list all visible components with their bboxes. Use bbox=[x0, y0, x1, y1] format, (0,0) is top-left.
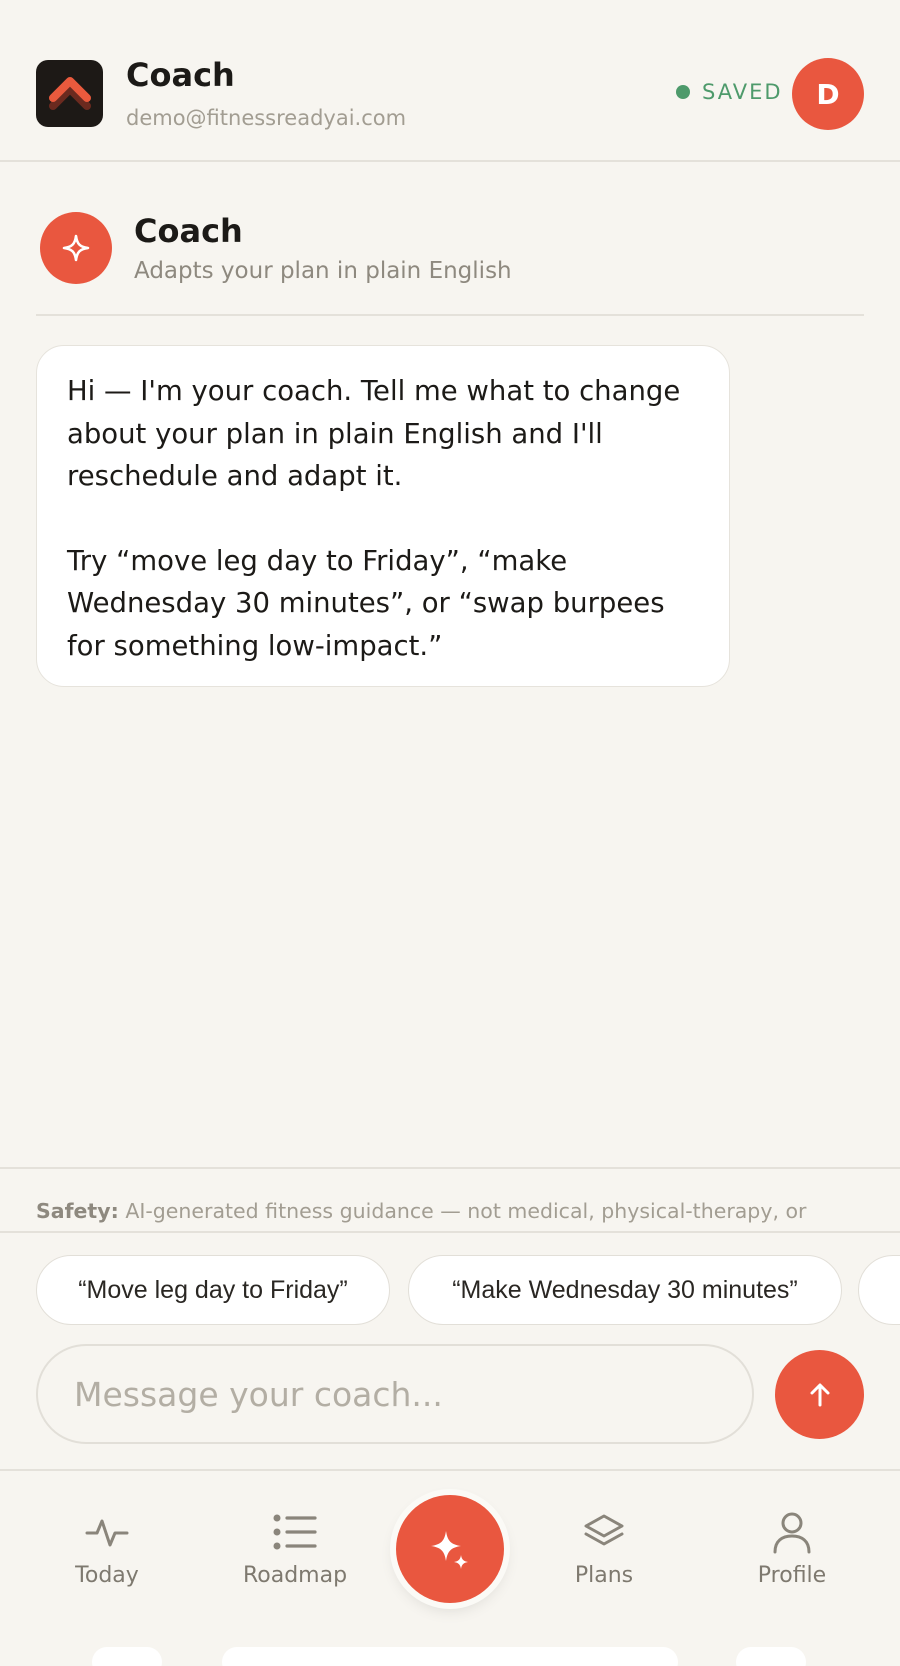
list-icon bbox=[273, 1514, 317, 1550]
suggestion-chip[interactable] bbox=[858, 1255, 900, 1325]
account-email: demo@fitnessreadyai.com bbox=[126, 106, 407, 130]
status-dot-icon bbox=[676, 85, 690, 99]
safety-disclaimer: Safety: AI-generated fitness guidance — … bbox=[0, 1167, 900, 1233]
sparkles-icon bbox=[431, 1531, 468, 1569]
strip-pill bbox=[92, 1647, 162, 1666]
suggestion-chip[interactable]: “Move leg day to Friday” bbox=[36, 1255, 390, 1325]
send-button[interactable] bbox=[775, 1350, 864, 1439]
message-input[interactable] bbox=[36, 1344, 754, 1444]
nav-label: Plans bbox=[574, 1563, 634, 1588]
nav-item-plans[interactable]: Plans bbox=[529, 1509, 679, 1599]
suggestion-chips: “Move leg day to Friday” “Make Wednesday… bbox=[36, 1255, 900, 1325]
coach-fab-button[interactable] bbox=[396, 1495, 504, 1603]
suggestion-chip[interactable]: “Make Wednesday 30 minutes” bbox=[408, 1255, 842, 1325]
app-title: Coach bbox=[126, 56, 235, 94]
bottom-strip bbox=[0, 1627, 900, 1666]
bottom-nav: Today Roadmap Plans Profile bbox=[0, 1469, 900, 1666]
arrow-up-icon bbox=[810, 1383, 829, 1406]
nav-label: Today bbox=[75, 1563, 139, 1588]
safety-label: Safety: bbox=[36, 1199, 119, 1223]
coach-subtitle: Adapts your plan in plain English bbox=[134, 258, 512, 284]
avatar[interactable]: D bbox=[792, 58, 864, 130]
app-header: Coach demo@fitnessreadyai.com SAVED D bbox=[0, 0, 900, 162]
coach-name: Coach bbox=[134, 212, 243, 250]
chevron-up-logo-icon bbox=[48, 76, 91, 110]
coach-intro: Coach Adapts your plan in plain English bbox=[36, 196, 864, 316]
user-icon bbox=[773, 1512, 811, 1554]
nav-label: Roadmap bbox=[242, 1563, 348, 1588]
nav-item-profile[interactable]: Profile bbox=[717, 1509, 867, 1599]
strip-pill bbox=[222, 1647, 678, 1666]
saved-status: SAVED bbox=[676, 80, 783, 104]
nav-label: Profile bbox=[757, 1563, 827, 1588]
coach-message-bubble: Hi — I'm your coach. Tell me what to cha… bbox=[36, 345, 730, 687]
sparkle-icon bbox=[62, 234, 90, 262]
nav-item-roadmap[interactable]: Roadmap bbox=[220, 1509, 370, 1599]
message-paragraph: Try “move leg day to Friday”, “make Wedn… bbox=[67, 544, 665, 662]
coach-badge bbox=[40, 212, 112, 284]
safety-text: AI-generated fitness guidance — not medi… bbox=[125, 1199, 807, 1223]
message-paragraph: Hi — I'm your coach. Tell me what to cha… bbox=[67, 375, 681, 492]
layers-icon bbox=[584, 1514, 624, 1546]
nav-item-today[interactable]: Today bbox=[32, 1509, 182, 1599]
activity-icon bbox=[85, 1519, 129, 1547]
app-logo bbox=[36, 60, 103, 127]
status-badge: SAVED bbox=[702, 80, 783, 104]
strip-pill bbox=[736, 1647, 806, 1666]
